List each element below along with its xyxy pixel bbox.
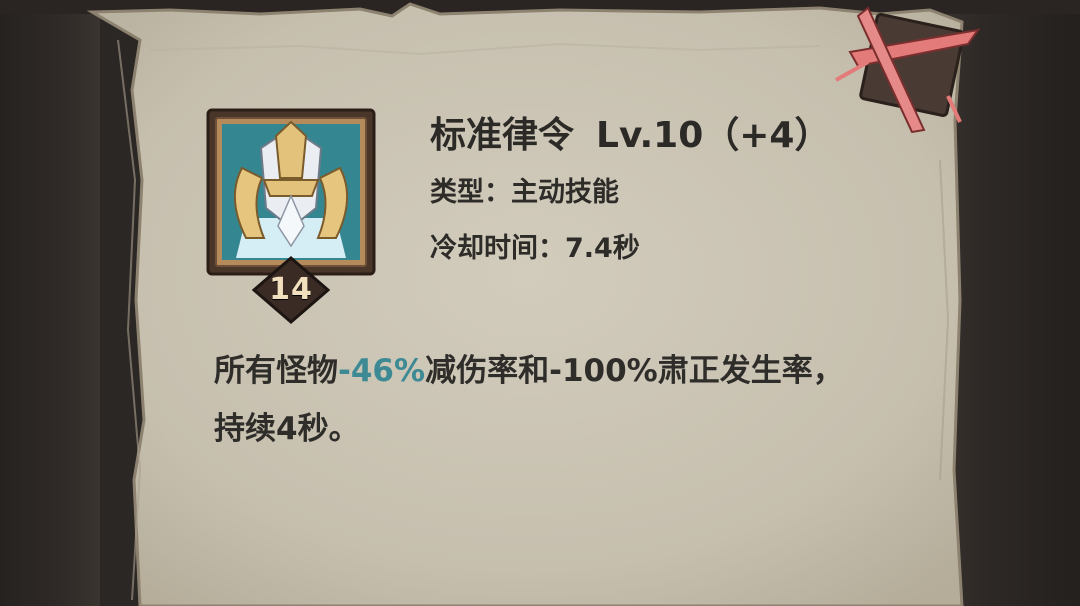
skill-icon bbox=[206, 108, 376, 276]
skill-type-label: 类型： bbox=[430, 177, 511, 208]
skill-type-value: 主动技能 bbox=[511, 177, 619, 208]
skill-cooldown-value: 7.4秒 bbox=[565, 233, 640, 264]
skill-description: 所有怪物-46%减伤率和-100%肃正发生率，持续4秒。 bbox=[214, 342, 874, 458]
golden-helmet-emblem-icon bbox=[206, 108, 376, 276]
skill-name: 标准律令 bbox=[430, 115, 575, 156]
crossed-swords-close-icon bbox=[835, 6, 981, 134]
skill-cooldown-line: 冷却时间：7.4秒 bbox=[430, 229, 640, 269]
skill-level: Lv.10（+4） bbox=[596, 115, 831, 156]
close-button[interactable] bbox=[828, 0, 984, 138]
description-part1: 所有怪物 bbox=[214, 353, 338, 389]
skill-title: 标准律令 Lv.10（+4） bbox=[430, 110, 830, 162]
skill-cooldown-label: 冷却时间： bbox=[430, 233, 565, 264]
skill-type-line: 类型：主动技能 bbox=[430, 173, 619, 213]
level-badge-number: 14 bbox=[269, 272, 313, 307]
description-highlight: -46% bbox=[338, 353, 426, 389]
